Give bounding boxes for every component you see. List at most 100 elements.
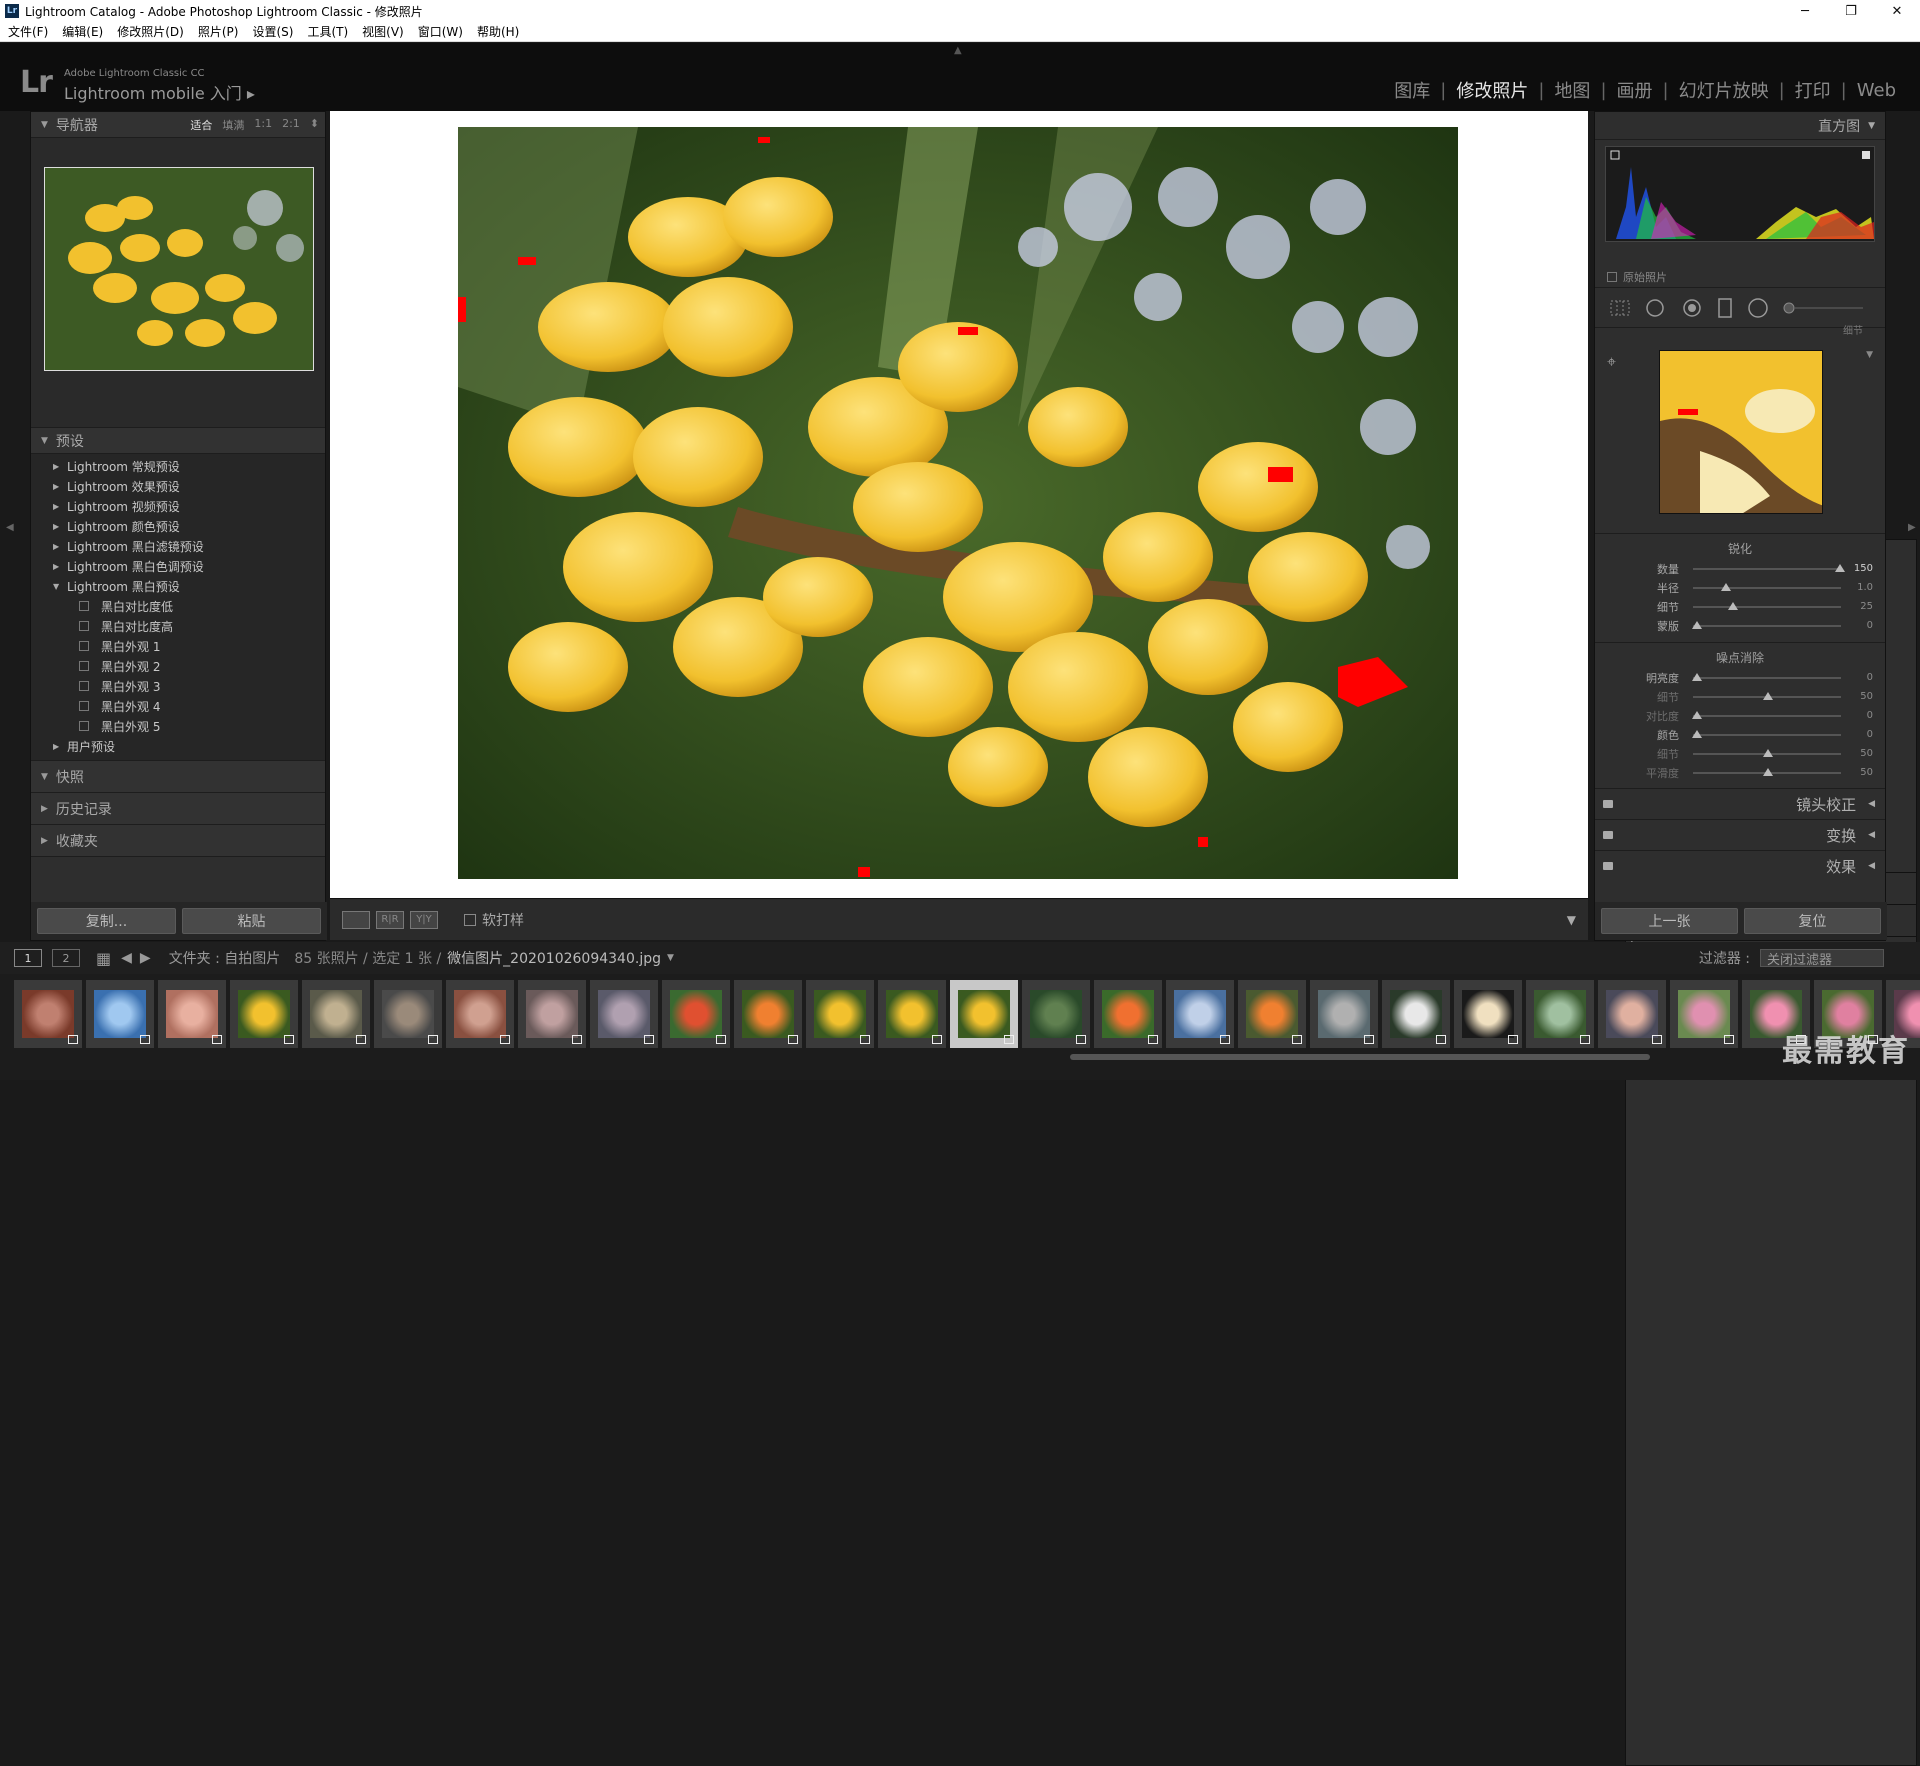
preset-folder[interactable]: ▶ Lightroom 效果预设 <box>31 476 325 496</box>
filmstrip-thumbnail[interactable] <box>806 980 874 1048</box>
filter-select[interactable]: 关闭过滤器 <box>1760 949 1884 968</box>
slider-value[interactable]: 1.0 <box>1857 582 1873 593</box>
close-button[interactable]: ✕ <box>1874 0 1920 22</box>
maximize-button[interactable]: ❐ <box>1828 0 1874 22</box>
graduated-filter-icon[interactable] <box>1717 297 1733 319</box>
slider-knob[interactable] <box>1692 729 1703 738</box>
slider-track[interactable] <box>1693 563 1845 572</box>
filmstrip-thumbnail[interactable] <box>1094 980 1162 1048</box>
menu-item[interactable]: 帮助(H) <box>477 23 519 40</box>
filmstrip-thumbnail[interactable] <box>590 980 658 1048</box>
main-image-area[interactable] <box>330 111 1588 898</box>
collapse-top-arrow-icon[interactable]: ▲ <box>954 45 962 56</box>
second-window-button[interactable]: 2 <box>52 949 80 967</box>
module-tab[interactable]: 打印 <box>1785 77 1841 103</box>
module-tab[interactable]: 幻灯片放映 <box>1669 77 1779 103</box>
radial-filter-icon[interactable] <box>1747 297 1769 319</box>
menu-item[interactable]: 工具(T) <box>307 23 348 40</box>
highlight-clip-indicator[interactable] <box>1862 151 1870 159</box>
panel-switch-icon[interactable] <box>1603 862 1613 870</box>
filmstrip-thumbnail[interactable] <box>662 980 730 1048</box>
navigator-zoom-option[interactable]: 适合 <box>190 117 212 133</box>
slider-knob[interactable] <box>1763 691 1774 700</box>
preset-folder[interactable]: ▶ Lightroom 常规预设 <box>31 456 325 476</box>
filmstrip-thumbnail[interactable] <box>1526 980 1594 1048</box>
slider-value[interactable]: 0 <box>1867 710 1873 721</box>
before-after-lr-button[interactable]: R|R <box>376 910 404 929</box>
paste-button[interactable]: 粘贴 <box>182 908 321 934</box>
filmstrip-thumbnail[interactable] <box>1598 980 1666 1048</box>
module-tab[interactable]: 画册 <box>1607 77 1663 103</box>
preset-folder[interactable]: ▶ Lightroom 黑白滤镜预设 <box>31 536 325 556</box>
slider-track[interactable] <box>1692 672 1841 681</box>
slider-value[interactable]: 0 <box>1867 620 1873 631</box>
original-photo-checkbox[interactable] <box>1607 272 1617 282</box>
minimize-button[interactable]: ─ <box>1782 0 1828 22</box>
history-header[interactable]: ▶ 历史记录 × <box>31 793 1917 1734</box>
menu-item[interactable]: 编辑(E) <box>62 23 103 40</box>
right-panel-toggle-icon[interactable]: ▶ <box>1908 522 1916 533</box>
slider-track[interactable] <box>1693 748 1841 757</box>
filmstrip-thumbnail[interactable] <box>1454 980 1522 1048</box>
slider-knob[interactable] <box>1834 563 1845 572</box>
menu-item[interactable]: 照片(P) <box>198 23 239 40</box>
menu-item[interactable]: 窗口(W) <box>418 23 463 40</box>
slider-knob[interactable] <box>1692 710 1703 719</box>
main-window-button[interactable]: 1 <box>14 949 42 967</box>
slider-value[interactable]: 0 <box>1867 729 1873 740</box>
slider-track[interactable] <box>1693 601 1841 610</box>
left-panel-toggle-icon[interactable]: ◀ <box>6 522 14 533</box>
preset-item[interactable]: 黑白外观 1 <box>31 636 325 656</box>
menu-item[interactable]: 视图(V) <box>362 23 404 40</box>
slider-value[interactable]: 50 <box>1860 767 1873 778</box>
detail-zoom-preview[interactable] <box>1659 350 1823 514</box>
preset-folder[interactable]: ▶ Lightroom 视频预设 <box>31 496 325 516</box>
filmstrip-thumbnail[interactable] <box>518 980 586 1048</box>
preset-item[interactable]: 黑白外观 3 <box>31 676 325 696</box>
slider-knob[interactable] <box>1763 748 1774 757</box>
collapse-triangle-icon[interactable]: ▼ <box>1866 350 1873 360</box>
preset-item[interactable]: 黑白外观 5 <box>31 716 325 736</box>
previous-button[interactable]: 上一张 <box>1601 908 1738 934</box>
filmstrip-thumbnail[interactable] <box>302 980 370 1048</box>
snapshots-header[interactable]: ▼ 快照 + <box>31 761 1917 1702</box>
reset-button[interactable]: 复位 <box>1744 908 1881 934</box>
zoom-more-icon[interactable]: ⬍ <box>310 117 319 133</box>
back-arrow-icon[interactable]: ◀ <box>121 950 132 966</box>
collapsed-panel-header[interactable]: 效果 ◀ <box>1595 850 1885 881</box>
preset-item[interactable]: 黑白外观 4 <box>31 696 325 716</box>
filmstrip-thumbnail[interactable] <box>1238 980 1306 1048</box>
histogram-header[interactable]: 直方图 ▼ <box>1595 112 1885 140</box>
filmstrip-thumbnail[interactable] <box>1166 980 1234 1048</box>
slider-track[interactable] <box>1693 767 1841 776</box>
filmstrip-thumbnail[interactable] <box>14 980 82 1048</box>
collapsed-panel-header[interactable]: 镜头校正 ◀ <box>1595 788 1885 819</box>
navigator-preview[interactable] <box>31 138 325 428</box>
preset-item[interactable]: 黑白外观 2 <box>31 656 325 676</box>
crop-grid-icon[interactable] <box>1609 299 1631 317</box>
current-filename[interactable]: 微信图片_20201026094340.jpg <box>447 948 661 968</box>
red-eye-icon[interactable] <box>1681 297 1703 319</box>
filmstrip-thumbnail[interactable] <box>1670 980 1738 1048</box>
filmstrip-thumbnail[interactable] <box>734 980 802 1048</box>
navigator-zoom-option[interactable]: 1:1 <box>254 117 272 133</box>
slider-track[interactable] <box>1692 729 1841 738</box>
presets-header[interactable]: ▼ 预设 + <box>31 428 1917 1369</box>
slider-knob[interactable] <box>1763 767 1774 776</box>
preset-folder[interactable]: ▶ 用户预设 <box>31 736 325 756</box>
filmstrip-thumbnail[interactable] <box>86 980 154 1048</box>
slider-value[interactable]: 150 <box>1854 563 1873 574</box>
slider-knob[interactable] <box>1692 620 1703 629</box>
filmstrip-thumbnail[interactable] <box>230 980 298 1048</box>
slider-value[interactable]: 50 <box>1860 748 1873 759</box>
grid-view-icon[interactable]: ▦ <box>96 949 111 968</box>
slider-value[interactable]: 0 <box>1867 672 1873 683</box>
toolbar-menu-chevron-icon[interactable]: ▼ <box>1567 913 1576 927</box>
preset-folder[interactable]: ▶ Lightroom 颜色预设 <box>31 516 325 536</box>
mobile-link[interactable]: Lightroom mobile 入门 ▸ <box>64 80 255 104</box>
shadow-clip-indicator[interactable] <box>1610 150 1620 160</box>
loupe-view-button[interactable] <box>342 910 370 929</box>
navigator-zoom-option[interactable]: 2:1 <box>282 117 300 133</box>
panel-switch-icon[interactable] <box>1603 800 1613 808</box>
copy-button[interactable]: 复制... <box>37 908 176 934</box>
